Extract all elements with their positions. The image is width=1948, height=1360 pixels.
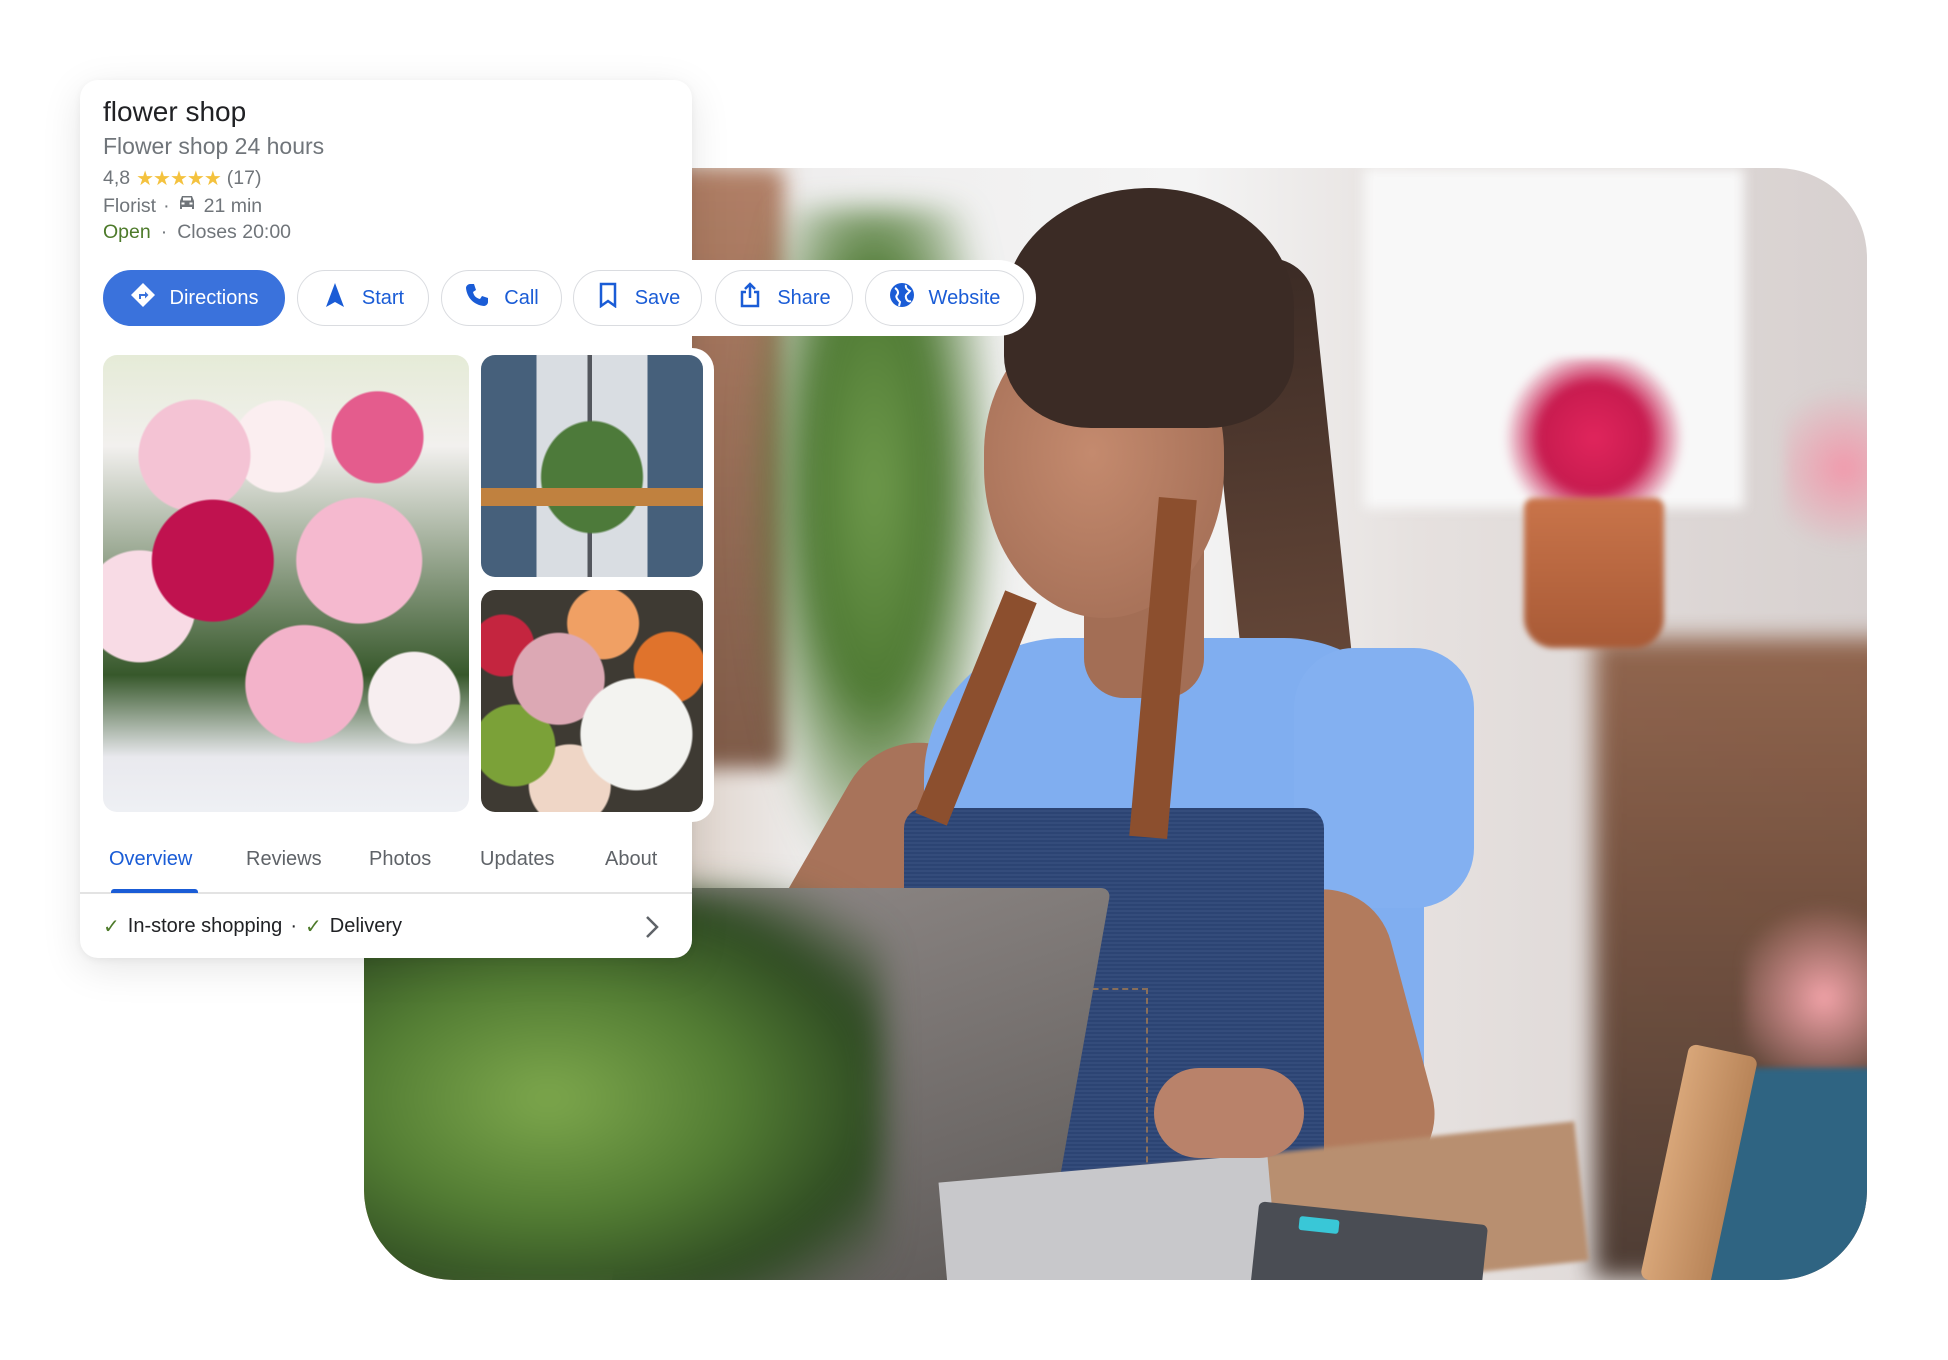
star-rating-icon: ★★★★★	[136, 168, 222, 190]
open-status: Open	[103, 221, 151, 243]
tab-bar: Overview Reviews Photos Updates About	[80, 840, 692, 894]
hours-row[interactable]: Open · Closes 20:00	[103, 221, 291, 244]
separator: ·	[163, 194, 170, 217]
website-label: Website	[928, 286, 1001, 309]
save-button[interactable]: Save	[573, 270, 702, 326]
website-button[interactable]: Website	[865, 270, 1024, 326]
phone-icon	[464, 282, 490, 314]
separator: ·	[290, 915, 297, 937]
closing-time: Closes 20:00	[177, 221, 292, 243]
category: Florist	[103, 194, 157, 217]
start-button[interactable]: Start	[297, 270, 429, 326]
tab-updates[interactable]: Updates	[480, 848, 555, 871]
hair	[1004, 188, 1294, 428]
call-label: Call	[504, 286, 539, 309]
tab-photos[interactable]: Photos	[369, 848, 431, 871]
share-icon	[737, 282, 763, 314]
start-label: Start	[361, 286, 405, 309]
directions-icon	[130, 282, 156, 314]
pink-flowers	[1784, 368, 1867, 568]
directions-label: Directions	[169, 286, 259, 309]
rating-row[interactable]: 4,8 ★★★★★ (17)	[103, 166, 261, 191]
tab-reviews[interactable]: Reviews	[246, 848, 322, 871]
photo-shop-display[interactable]	[481, 590, 703, 812]
attribute-in-store-shopping: In-store shopping	[127, 915, 283, 937]
photo-peony-bouquet[interactable]	[103, 355, 469, 812]
directions-button[interactable]: Directions	[103, 270, 285, 326]
flower-pot	[1524, 498, 1664, 648]
share-label: Share	[777, 286, 831, 309]
navigation-arrow-icon	[322, 282, 348, 314]
car-icon	[177, 194, 197, 218]
globe-icon	[889, 282, 915, 314]
business-name: flower shop	[103, 96, 247, 127]
bookmark-icon	[595, 282, 621, 314]
checkmark-icon: ✓	[103, 916, 120, 938]
business-subtitle: Flower shop 24 hours	[103, 133, 325, 159]
tab-about[interactable]: About	[605, 848, 657, 871]
hand	[1154, 1068, 1304, 1158]
rating-value: 4,8	[103, 167, 131, 189]
tab-overview[interactable]: Overview	[109, 848, 192, 871]
checkmark-icon: ✓	[304, 916, 322, 938]
separator: ·	[160, 221, 168, 243]
call-button[interactable]: Call	[441, 270, 562, 326]
category-row: Florist · 21 min	[103, 194, 262, 218]
active-tab-indicator	[111, 889, 198, 893]
attribute-delivery: Delivery	[329, 915, 402, 937]
share-button[interactable]: Share	[715, 270, 853, 326]
photo-window-flowerbox[interactable]	[481, 355, 703, 577]
review-count[interactable]: (17)	[227, 167, 262, 190]
drive-time: 21 min	[203, 194, 263, 217]
red-flowers	[1504, 358, 1684, 518]
attributes-row[interactable]: ✓ In-store shopping · ✓ Delivery	[103, 914, 402, 939]
chevron-right-icon[interactable]	[640, 912, 664, 942]
save-label: Save	[634, 286, 681, 309]
